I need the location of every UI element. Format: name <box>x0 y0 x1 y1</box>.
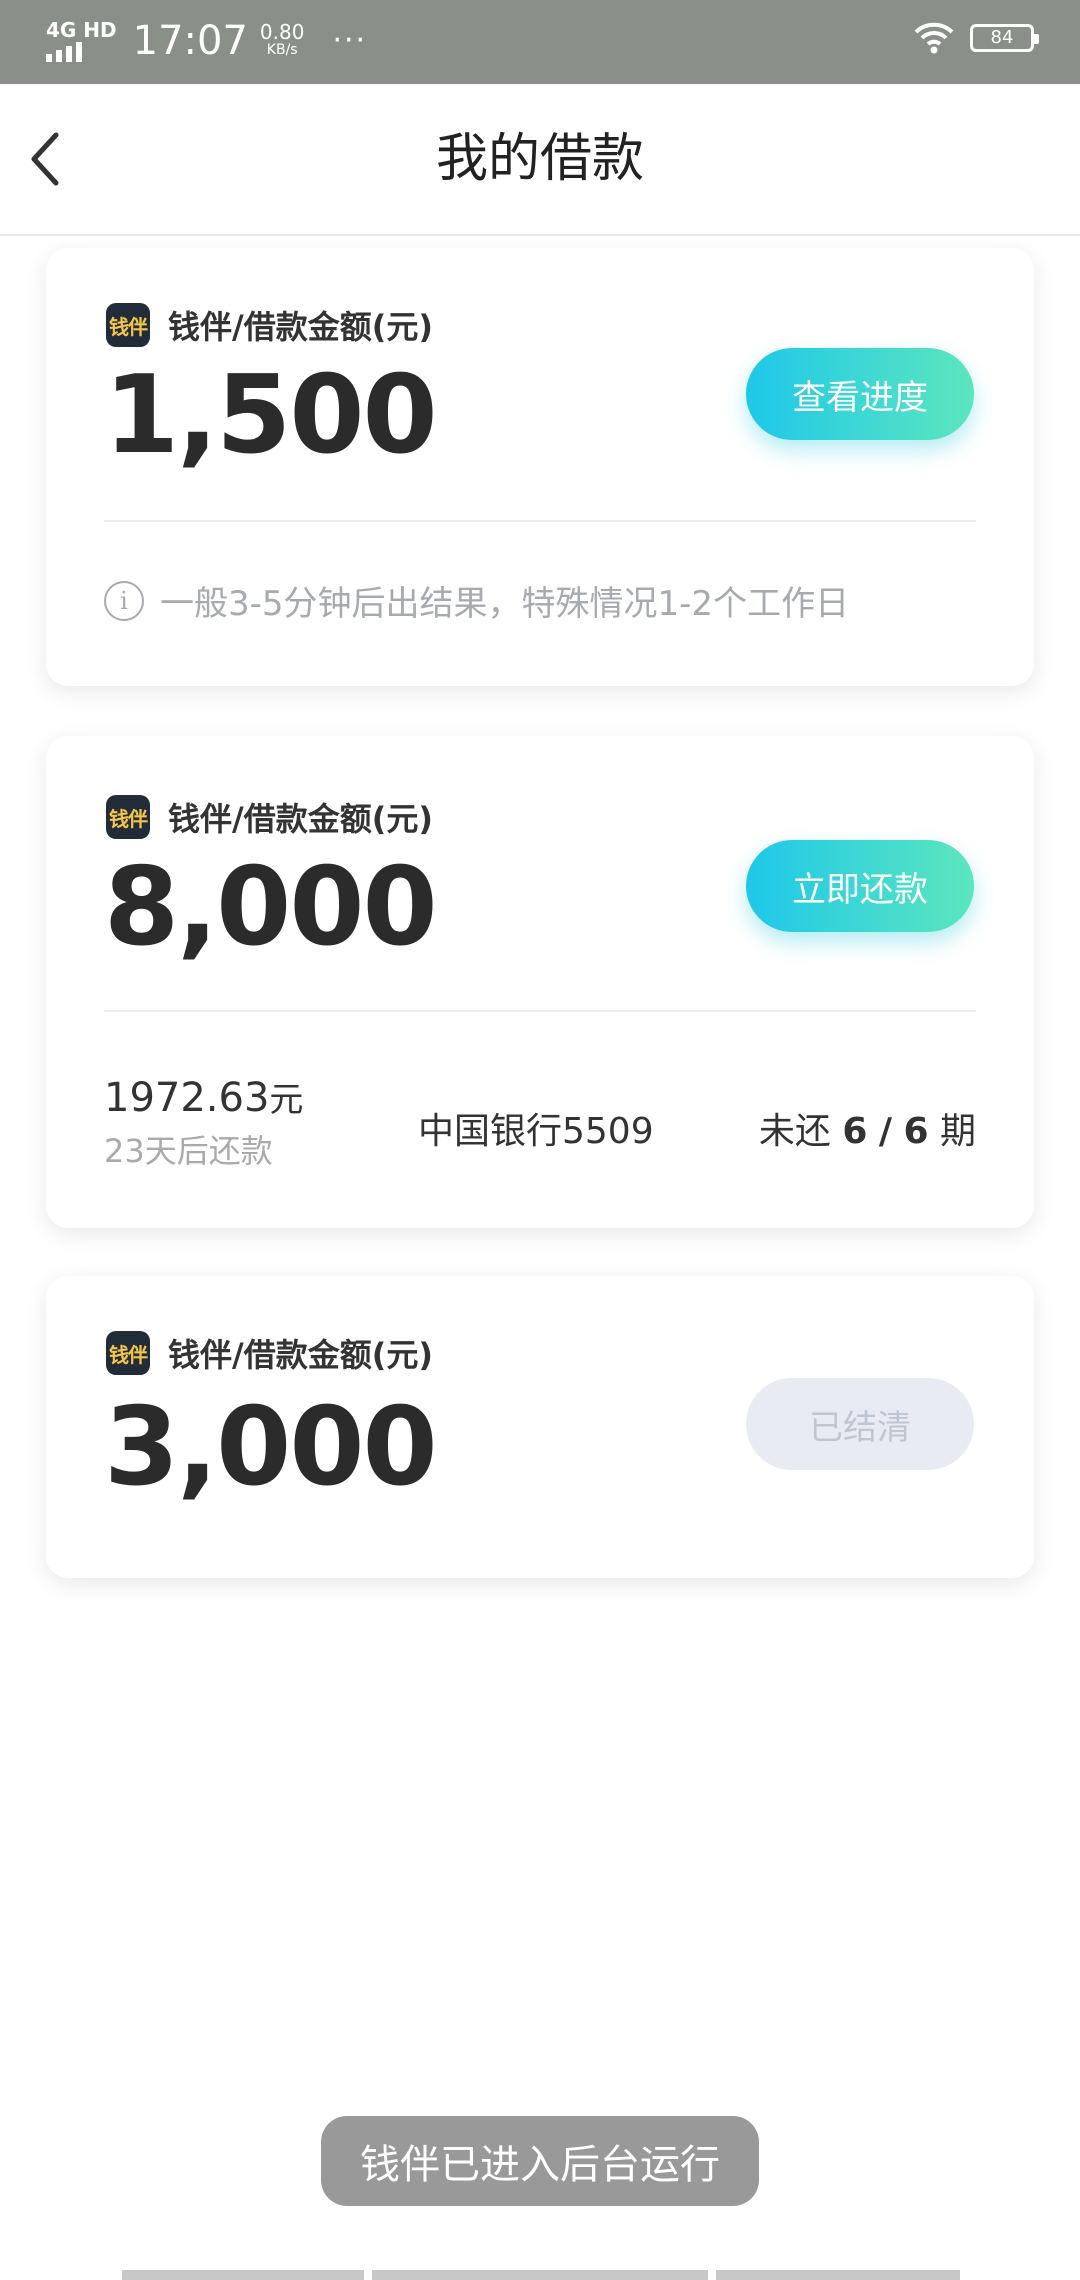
loan-label: 钱伴/借款金额(元) <box>168 800 433 838</box>
wifi-icon <box>914 22 954 54</box>
nav-hint-left <box>122 2270 364 2280</box>
repayment-amount: 1972.63元 <box>104 1072 303 1121</box>
network-speed: 0.80 KB/s <box>259 20 305 59</box>
battery-level: 84 <box>990 27 1014 48</box>
loan-card-3[interactable]: 钱伴 钱伴/借款金额(元) 3,000 已结清 <box>46 1276 1034 1578</box>
loan-label-row: 钱伴 钱伴/借款金额(元) <box>106 794 433 840</box>
bank-account: 中国银行5509 <box>418 1111 654 1152</box>
app-header: 我的借款 <box>0 84 1080 236</box>
loan-label: 钱伴/借款金额(元) <box>168 308 433 346</box>
loan-amount: 3,000 <box>104 1385 438 1510</box>
loan-card-2[interactable]: 钱伴 钱伴/借款金额(元) 8,000 立即还款 1972.63元 23天后还款… <box>46 736 1034 1228</box>
divider <box>104 1010 976 1012</box>
info-icon: i <box>104 580 144 621</box>
loan-label-row: 钱伴 钱伴/借款金额(元) <box>106 1330 433 1376</box>
loan-label: 钱伴/借款金额(元) <box>168 1336 433 1374</box>
repayment-amount-value: 1972.63 <box>104 1075 270 1121</box>
periods-total: 6 <box>903 1111 929 1152</box>
periods-remaining: 6 <box>842 1111 868 1152</box>
loan-card-1[interactable]: 钱伴 钱伴/借款金额(元) 1,500 查看进度 i 一般3-5分钟后出结果，特… <box>46 248 1034 686</box>
status-time: 17:07 <box>132 18 248 64</box>
nav-hint-right <box>716 2270 960 2280</box>
periods-separator: / <box>878 1111 893 1152</box>
remaining-periods: 未还 6 / 6 期 <box>759 1102 976 1154</box>
battery-icon: 84 <box>970 24 1039 52</box>
app-logo-icon: 钱伴 <box>106 1331 150 1375</box>
network-indicator: 4G HD <box>46 20 117 62</box>
signal-icon <box>46 42 82 62</box>
status-right: 84 <box>914 22 1039 54</box>
status-bar: 4G HD 17:07 0.80 KB/s ··· 84 <box>0 0 1080 84</box>
loan-amount: 1,500 <box>104 353 438 478</box>
network-type: 4G HD <box>46 18 117 42</box>
app-logo-icon: 钱伴 <box>106 303 150 347</box>
loan-amount: 8,000 <box>104 845 438 970</box>
speed-value: 0.80 <box>259 20 305 44</box>
loan-note-text: 一般3-5分钟后出结果，特殊情况1-2个工作日 <box>160 584 850 624</box>
loan-label-row: 钱伴 钱伴/借款金额(元) <box>106 302 433 348</box>
page-title: 我的借款 <box>435 129 644 189</box>
view-progress-button[interactable]: 查看进度 <box>746 348 974 440</box>
repayment-due: 23天后还款 <box>104 1132 273 1170</box>
periods-prefix: 未还 <box>758 1111 831 1152</box>
nav-hint-center <box>372 2270 708 2280</box>
repayment-amount-unit: 元 <box>269 1080 304 1120</box>
loan-note: i 一般3-5分钟后出结果，特殊情况1-2个工作日 <box>104 576 849 625</box>
app-logo-icon: 钱伴 <box>106 795 150 839</box>
periods-suffix: 期 <box>939 1111 976 1152</box>
speed-unit: KB/s <box>266 42 298 58</box>
divider <box>104 520 976 522</box>
repay-now-button[interactable]: 立即还款 <box>746 840 974 932</box>
status-left: 4G HD 17:07 0.80 KB/s ··· <box>46 16 367 66</box>
more-notifications-icon: ··· <box>332 23 368 58</box>
toast-message: 钱伴已进入后台运行 <box>321 2116 759 2206</box>
settled-button[interactable]: 已结清 <box>746 1378 974 1470</box>
repayment-info: 1972.63元 23天后还款 中国银行5509 未还 6 / 6 期 <box>104 1072 976 1172</box>
